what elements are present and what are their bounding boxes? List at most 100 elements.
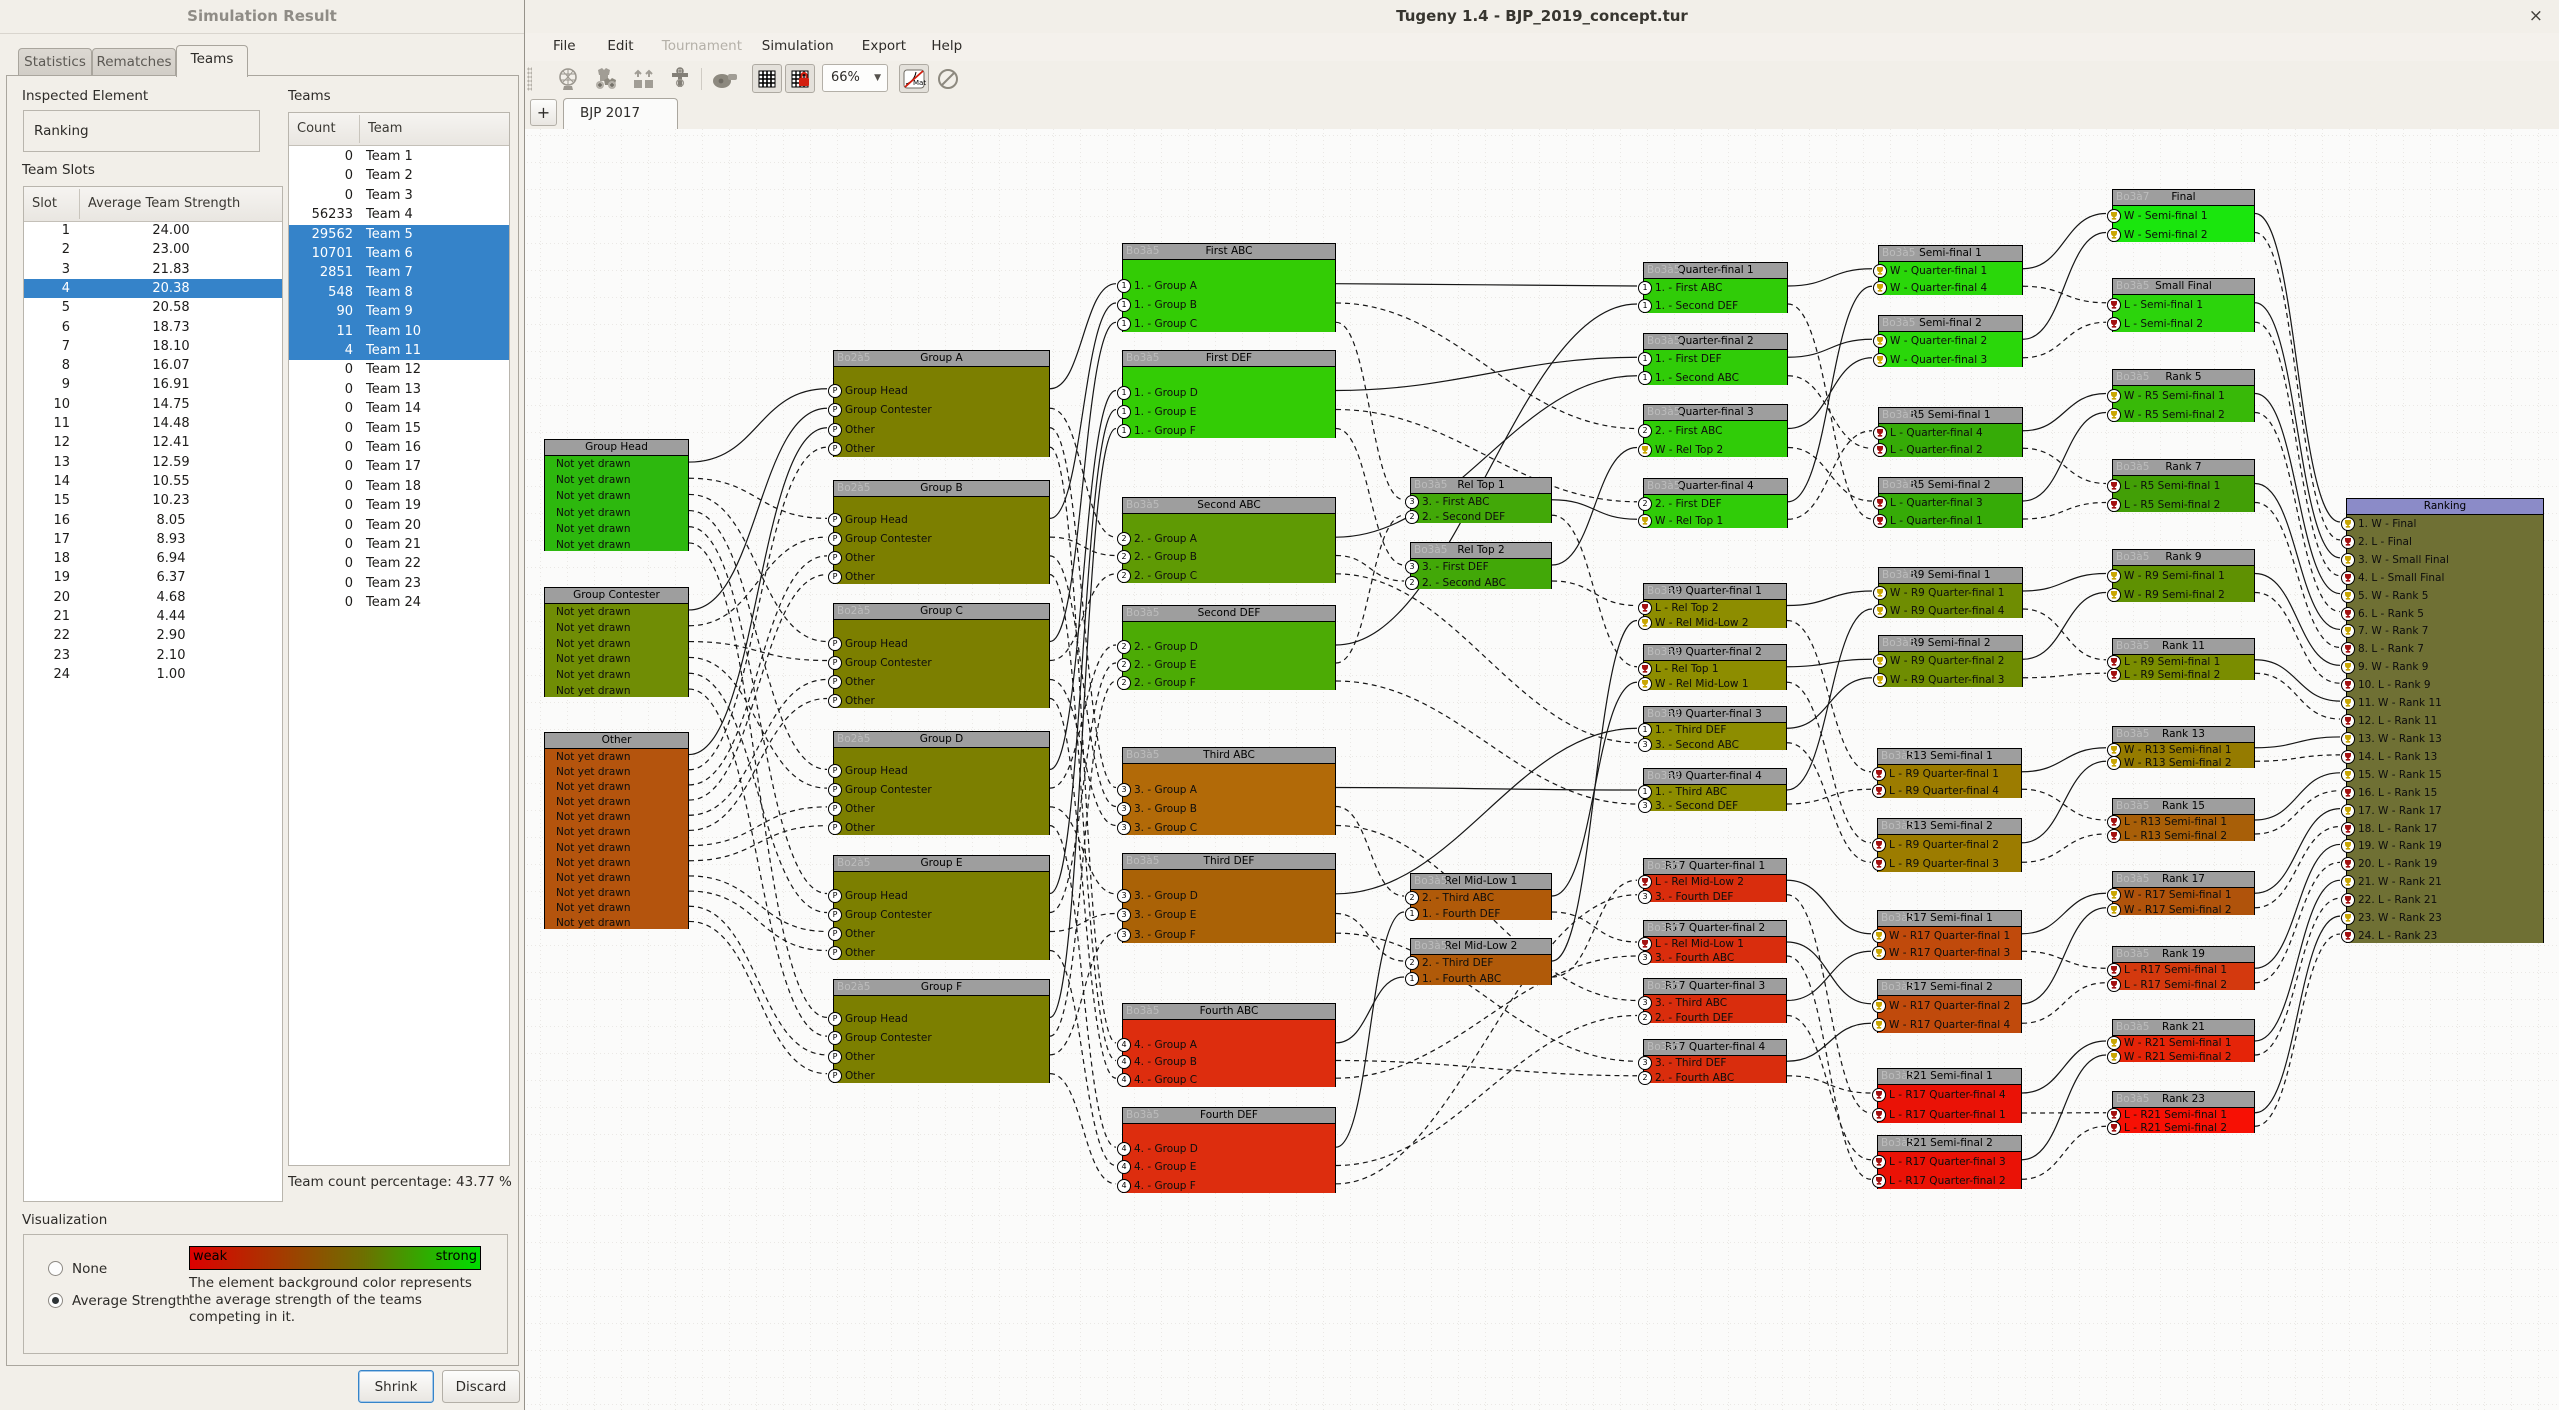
bracket-node-r5sf2[interactable]: Bo3à5 R5 Semi-final 2 L - Quarter-final 3 L… bbox=[1873, 477, 2023, 528]
node-row[interactable]: 16. L - Rank 15 bbox=[2341, 784, 2543, 802]
node-row[interactable]: 1 1. - Group A bbox=[1117, 276, 1335, 295]
node-row[interactable]: Not yet drawn bbox=[545, 916, 688, 931]
node-row[interactable]: 3 3. - First DEF bbox=[1405, 559, 1551, 575]
node-row[interactable]: 19. W - Rank 19 bbox=[2341, 838, 2543, 856]
node-row[interactable]: 7. W - Rank 7 bbox=[2341, 623, 2543, 641]
tab-bjp-2017[interactable]: BJP 2017 bbox=[563, 98, 678, 129]
team-slot-row[interactable]: 20 4.68 bbox=[24, 588, 282, 607]
bracket-node-small-final[interactable]: Bo3à5 Small Final L - Semi-final 1 L - Semi… bbox=[2107, 278, 2255, 332]
menu-edit[interactable]: Edit bbox=[597, 33, 643, 61]
node-row[interactable]: L - R9 Quarter-final 2 bbox=[1872, 835, 2021, 855]
team-slot-row[interactable]: 12 12.41 bbox=[24, 433, 282, 452]
node-row[interactable]: 1 1. - Third DEF bbox=[1638, 723, 1786, 738]
node-row[interactable]: 2. L - Final bbox=[2341, 533, 2543, 551]
node-row[interactable]: Not yet drawn bbox=[545, 901, 688, 916]
bracket-node-qf4[interactable]: Bo3à5 Quarter-final 4 2 2. - First DEF W - R… bbox=[1638, 478, 1788, 529]
toolbar-drag-handle[interactable] bbox=[527, 67, 532, 91]
discard-button[interactable]: Discard bbox=[442, 1370, 520, 1403]
node-row[interactable]: P Other bbox=[828, 691, 1049, 710]
node-row[interactable]: W - R9 Semi-final 1 bbox=[2107, 566, 2254, 585]
node-row[interactable]: W - Quarter-final 4 bbox=[1873, 280, 2022, 298]
node-row[interactable]: 10. L - Rank 9 bbox=[2341, 676, 2543, 694]
menu-file[interactable]: File bbox=[543, 33, 586, 61]
node-row[interactable]: P Other bbox=[828, 549, 1049, 568]
bracket-node-r9qf1[interactable]: Bo3à5 R9 Quarter-final 1L - Rel Top 2 W - … bbox=[1638, 583, 1787, 630]
team-slot-row[interactable]: 10 14.75 bbox=[24, 395, 282, 414]
node-row[interactable]: L - R17 Quarter-final 2 bbox=[1872, 1172, 2021, 1192]
bracket-node-rel-mid-low-1[interactable]: Bo3à5 Rel Mid-Low 1 2 2. - Third ABC 1 1. - F… bbox=[1405, 873, 1552, 921]
node-row[interactable]: 4 4. - Group B bbox=[1117, 1054, 1335, 1072]
node-row[interactable]: L - R13 Semi-final 2 bbox=[2107, 829, 2254, 843]
node-row[interactable]: Not yet drawn bbox=[545, 488, 688, 504]
node-row[interactable]: W - Quarter-final 3 bbox=[1873, 351, 2022, 370]
bracket-node-r9qf2[interactable]: Bo3à5 R9 Quarter-final 2L - Rel Top 1 W - … bbox=[1638, 644, 1787, 692]
team-row[interactable]: 0 Team 15 bbox=[289, 419, 509, 438]
node-row[interactable]: 9. W - Rank 9 bbox=[2341, 658, 2543, 676]
node-row[interactable]: Not yet drawn bbox=[545, 886, 688, 901]
team-row[interactable]: 10701 Team 6 bbox=[289, 244, 509, 264]
team-row[interactable]: 0 Team 20 bbox=[289, 516, 509, 535]
bracket-node-sf1[interactable]: Bo3à5 Semi-final 1 W - Quarter-final 1 W - … bbox=[1873, 245, 2023, 298]
bracket-node-second-abc[interactable]: Bo3à5 Second ABC 2 2. - Group A 2 2. - Group … bbox=[1117, 497, 1336, 583]
node-row[interactable]: Not yet drawn bbox=[545, 505, 688, 521]
bracket-node-fourth-def[interactable]: Bo3à5 Fourth DEF 4 4. - Group D 4 4. - Group … bbox=[1117, 1107, 1336, 1193]
bracket-node-group-b[interactable]: Bo2à5 Group B P Group Head P Group Contester P… bbox=[828, 480, 1050, 586]
menu-help[interactable]: Help bbox=[921, 33, 972, 61]
node-row[interactable]: L - R17 Quarter-final 1 bbox=[1872, 1105, 2021, 1125]
zoom-level-select[interactable]: 66% ▼ bbox=[822, 64, 888, 92]
node-row[interactable]: L - Semi-final 1 bbox=[2107, 295, 2254, 315]
node-row[interactable]: 18. L - Rank 17 bbox=[2341, 820, 2543, 838]
node-row[interactable]: P Group Contester bbox=[828, 1029, 1049, 1048]
node-row[interactable]: 1 1. - First DEF bbox=[1638, 350, 1787, 369]
node-row[interactable]: W - R9 Quarter-final 4 bbox=[1873, 602, 2022, 620]
team-slot-row[interactable]: 5 20.58 bbox=[24, 298, 282, 317]
node-row[interactable]: Not yet drawn bbox=[545, 749, 688, 764]
node-row[interactable]: W - Quarter-final 2 bbox=[1873, 332, 2022, 351]
node-row[interactable]: W - Rel Mid-Low 2 bbox=[1638, 615, 1786, 630]
radio-average-strength[interactable] bbox=[48, 1293, 63, 1308]
node-row[interactable]: 4 4. - Group C bbox=[1117, 1071, 1335, 1089]
node-row[interactable]: 2 2. - Second DEF bbox=[1405, 510, 1551, 526]
node-row[interactable]: P Other bbox=[828, 800, 1049, 819]
team-slot-row[interactable]: 21 4.44 bbox=[24, 607, 282, 626]
bracket-node-r17qf3[interactable]: Bo3à5 R17 Quarter-final 3 3 3. - Third ABC 2… bbox=[1638, 978, 1787, 1025]
node-row[interactable]: L - R17 Quarter-final 3 bbox=[1872, 1152, 2021, 1172]
bracket-node-third-def[interactable]: Bo3à5 Third DEF 3 3. - Group D 3 3. - Group E… bbox=[1117, 853, 1336, 945]
node-row[interactable]: P Group Head bbox=[828, 886, 1049, 905]
node-row[interactable]: P Group Contester bbox=[828, 905, 1049, 924]
team-row[interactable]: 548 Team 8 bbox=[289, 282, 509, 303]
bracket-node-r9qf4[interactable]: Bo3à5 R9 Quarter-final 4 1 1. - Third ABC 3 3… bbox=[1638, 768, 1787, 813]
tab-statistics[interactable]: Statistics bbox=[18, 48, 92, 77]
bracket-node-rank9[interactable]: Bo3à5 Rank 9 W - R9 Semi-final 1 W - R9 Sem… bbox=[2107, 549, 2255, 604]
node-row[interactable]: 3 3. - Second DEF bbox=[1638, 799, 1786, 813]
node-row[interactable]: 3 3. - Group F bbox=[1117, 925, 1335, 945]
node-row[interactable]: P Other bbox=[828, 567, 1049, 586]
menu-export[interactable]: Export bbox=[852, 33, 916, 61]
node-row[interactable]: P Other bbox=[828, 818, 1049, 837]
node-row[interactable]: Not yet drawn bbox=[545, 810, 688, 825]
team-slot-row[interactable]: 15 10.23 bbox=[24, 491, 282, 510]
bracket-node-group-a[interactable]: Bo2à5 Group A P Group Head P Group Contester P… bbox=[828, 350, 1050, 457]
node-row[interactable]: 4 4. - Group E bbox=[1117, 1158, 1335, 1176]
bracket-node-group-head[interactable]: Group Head Not yet drawn Not yet drawn Not … bbox=[544, 439, 689, 551]
menu-simulation[interactable]: Simulation bbox=[752, 33, 844, 61]
node-row[interactable]: 2 2. - Second ABC bbox=[1405, 575, 1551, 591]
node-row[interactable]: 3 3. - Fourth ABC bbox=[1638, 951, 1786, 965]
bracket-node-r5sf1[interactable]: Bo3à5 R5 Semi-final 1 L - Quarter-final 4 L… bbox=[1873, 407, 2023, 460]
node-row[interactable]: Not yet drawn bbox=[545, 870, 688, 885]
node-row[interactable]: 8. L - Rank 7 bbox=[2341, 640, 2543, 658]
node-row[interactable]: L - Quarter-final 2 bbox=[1873, 442, 2022, 460]
node-row[interactable]: 1 1. - Group C bbox=[1117, 315, 1335, 334]
node-row[interactable]: L - Rel Mid-Low 2 bbox=[1638, 875, 1786, 890]
bracket-node-other[interactable]: Other Not yet drawn Not yet drawn Not yet d… bbox=[544, 732, 689, 929]
node-row[interactable]: W - R13 Semi-final 2 bbox=[2107, 756, 2254, 771]
node-row[interactable]: L - R21 Semi-final 1 bbox=[2107, 1107, 2254, 1122]
team-slot-row[interactable]: 7 18.10 bbox=[24, 337, 282, 356]
col-count[interactable]: Count bbox=[289, 113, 366, 145]
team-slot-row[interactable]: 3 21.83 bbox=[24, 260, 282, 279]
node-row[interactable]: W - R21 Semi-final 2 bbox=[2107, 1050, 2254, 1064]
node-row[interactable]: 2 2. - Group F bbox=[1117, 674, 1335, 692]
node-row[interactable]: P Group Contester bbox=[828, 401, 1049, 421]
node-row[interactable]: 4. L - Small Final bbox=[2341, 569, 2543, 587]
node-row[interactable]: W - R9 Semi-final 2 bbox=[2107, 585, 2254, 604]
